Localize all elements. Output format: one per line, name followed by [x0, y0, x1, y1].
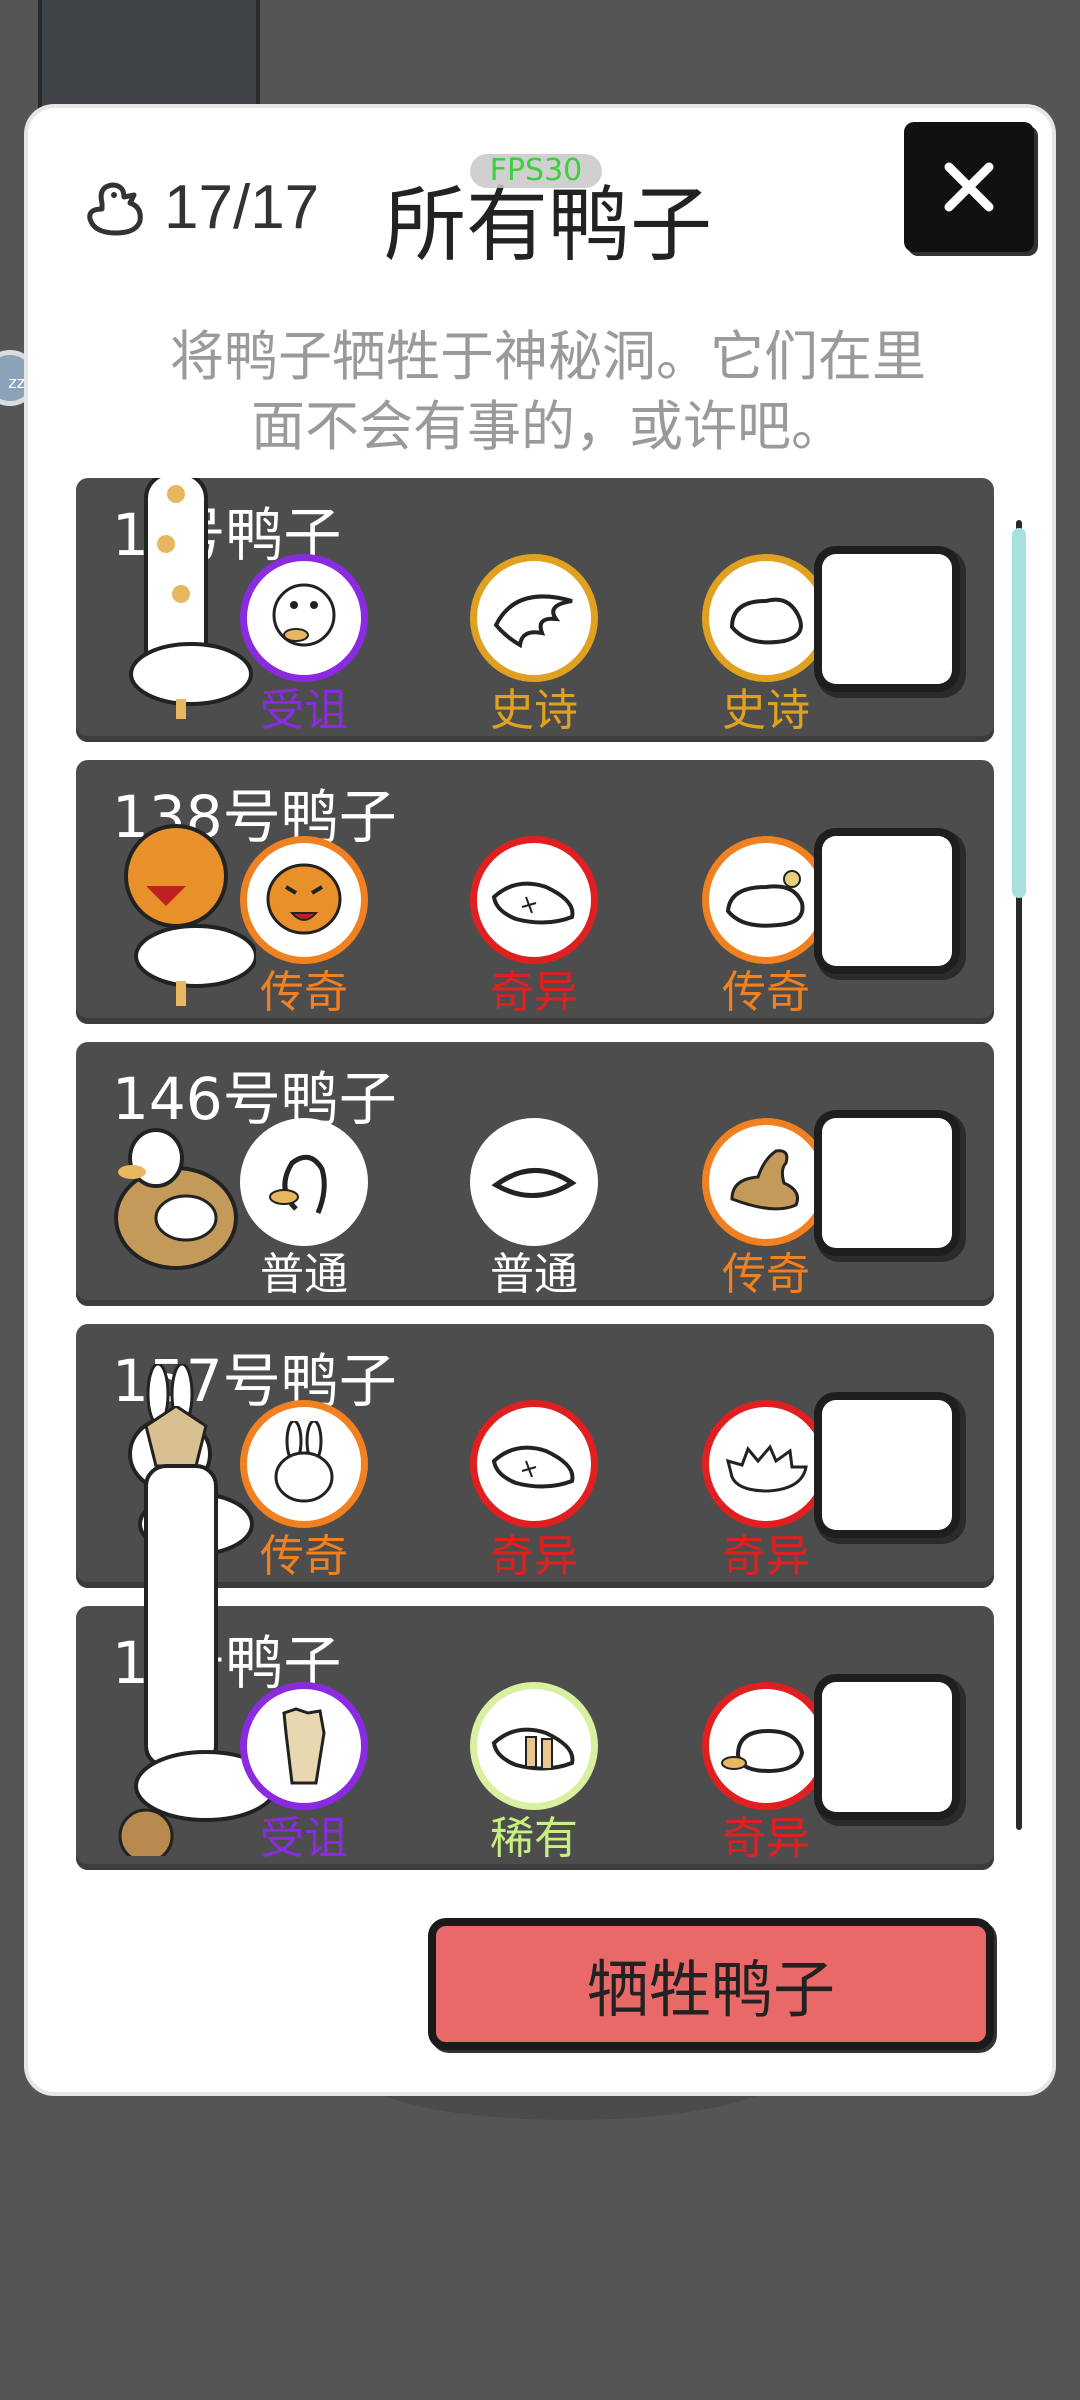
- duck-body-icon: [725, 870, 805, 928]
- rarity-label: 受诅: [260, 1813, 348, 1864]
- rarity-label: 受诅: [260, 685, 348, 736]
- sacrifice-checkbox[interactable]: [822, 1400, 952, 1530]
- rarity-label: 传奇: [722, 1249, 810, 1300]
- sacrifice-checkbox[interactable]: [822, 1682, 952, 1812]
- sacrifice-ducks-button[interactable]: 牺牲鸭子: [428, 1918, 994, 2050]
- duck-body-icon: [729, 597, 803, 645]
- body-slot[interactable]: [702, 1682, 830, 1810]
- body-slot[interactable]: [702, 1400, 830, 1528]
- wing-slot[interactable]: [470, 1118, 598, 1246]
- sacrifice-checkbox[interactable]: [822, 836, 952, 966]
- duck-list[interactable]: 1 号鸭子 受诅 史诗 史诗 138号鸭子 传奇 奇异 传奇 146号鸭子 普通…: [76, 478, 996, 1888]
- rarity-label: 奇异: [490, 1531, 578, 1582]
- stitched-wing-icon: [491, 1445, 575, 1489]
- duck-name: 146号鸭子: [112, 1065, 397, 1133]
- description-line-2: 面不会有事的，或许吧。: [251, 395, 845, 458]
- rarity-label: 传奇: [260, 967, 348, 1018]
- wing-icon: [491, 1168, 577, 1198]
- brown-body-icon: [730, 1149, 799, 1211]
- wing-slot[interactable]: [470, 554, 598, 682]
- stitched-wing-icon: [491, 881, 575, 925]
- head-slot[interactable]: [240, 1118, 368, 1246]
- wing-icon: [493, 594, 573, 649]
- wing-slot[interactable]: [470, 1682, 598, 1810]
- rarity-label: 普通: [490, 1249, 578, 1300]
- duck-name: 138号鸭子: [112, 783, 397, 851]
- rarity-label: 稀有: [490, 1813, 578, 1864]
- close-icon: [944, 162, 994, 212]
- duck-head-icon: [269, 1154, 327, 1214]
- wing-slot[interactable]: [470, 1400, 598, 1528]
- sacrifice-checkbox[interactable]: [822, 1118, 952, 1248]
- fps-counter: FPS30: [470, 154, 602, 188]
- wing-slot[interactable]: [470, 836, 598, 964]
- description-line-1: 将鸭子牺牲于神秘洞。它们在里: [170, 325, 926, 388]
- rarity-label: 普通: [260, 1249, 348, 1300]
- rarity-label: 传奇: [722, 967, 810, 1018]
- duck-counter: 17/17: [80, 162, 319, 252]
- scrollbar-thumb[interactable]: [1012, 528, 1026, 898]
- bandaged-wing-icon: [491, 1727, 575, 1771]
- rarity-label: 奇异: [722, 1531, 810, 1582]
- spiky-body-icon: [725, 1444, 808, 1493]
- body-slot[interactable]: [702, 554, 830, 682]
- rarity-label: 奇异: [722, 1813, 810, 1864]
- rarity-label: 史诗: [490, 685, 578, 736]
- tiger-head-icon: [266, 863, 342, 935]
- duck-card[interactable]: 157号鸭子 传奇 奇异 奇异: [76, 1324, 994, 1588]
- ghost-duck-head-icon: [272, 583, 336, 647]
- body-slot[interactable]: [702, 1118, 830, 1246]
- duck-card[interactable]: 138号鸭子 传奇 奇异 传奇: [76, 760, 994, 1024]
- claw-head-icon: [282, 1707, 326, 1785]
- rarity-label: 传奇: [260, 1531, 348, 1582]
- close-button[interactable]: [904, 122, 1034, 252]
- head-slot[interactable]: [240, 1400, 368, 1528]
- dialog-description: 将鸭子牺牲于神秘洞。它们在里 面不会有事的，或许吧。: [128, 322, 968, 462]
- rabbit-head-icon: [274, 1421, 334, 1503]
- rarity-label: 史诗: [722, 685, 810, 736]
- all-ducks-dialog: 17/17 所有鸭子 FPS30 将鸭子牺牲于神秘洞。它们在里 面不会有事的，或…: [28, 108, 1052, 2092]
- duck-card[interactable]: 1 号鸭子 受诅 稀有 奇异: [76, 1406, 994, 1870]
- body-slot[interactable]: [702, 836, 830, 964]
- duck-name: 157号鸭子: [112, 1347, 397, 1415]
- head-slot[interactable]: [240, 836, 368, 964]
- duck-card[interactable]: 146号鸭子 普通 普通 传奇: [76, 1042, 994, 1306]
- head-slot[interactable]: [240, 1682, 368, 1810]
- duck-body-icon: [721, 1728, 805, 1774]
- rarity-label: 奇异: [490, 967, 578, 1018]
- duck-outline-icon: [87, 182, 143, 236]
- head-slot[interactable]: [240, 554, 368, 682]
- sacrifice-checkbox[interactable]: [822, 554, 952, 684]
- duck-card[interactable]: 1 号鸭子 受诅 史诗 史诗: [76, 478, 994, 742]
- duck-count-value: 17/17: [164, 172, 320, 242]
